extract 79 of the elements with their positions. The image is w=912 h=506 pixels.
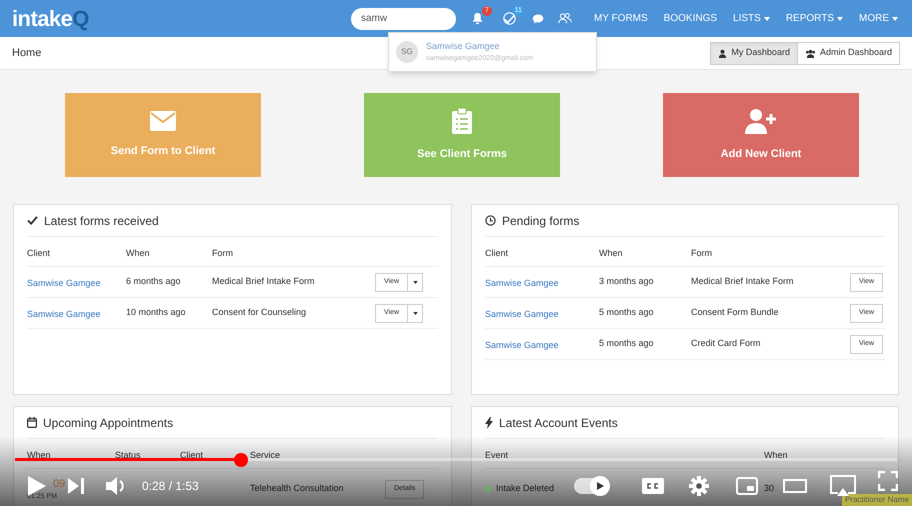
users-icon [804,48,816,58]
user-icon [718,48,728,58]
cast-button[interactable] [830,475,856,497]
next-button[interactable] [68,478,84,494]
column-header: Service [250,450,280,460]
table-cell-text: 5 months ago [598,337,655,350]
chat-icon [532,12,544,24]
check-icon [503,12,516,25]
column-header: Client [180,450,204,460]
users-icon [558,12,572,25]
nav-link[interactable]: BOOKINGS [664,11,718,26]
table-cell-text: 6 months ago [126,275,182,288]
captions-button[interactable] [642,478,664,494]
panel-title: Pending forms [502,212,580,230]
table-cell-text: Consent Form Bundle [690,306,780,320]
fullscreen-button[interactable] [878,471,898,491]
action-tile[interactable]: Add New Client [663,93,859,177]
clock-icon [484,215,496,226]
theater-button[interactable] [783,479,807,493]
dashboard-tab[interactable]: Admin Dashboard [798,42,900,64]
dropdown-button[interactable] [408,272,424,292]
caret-icon [412,312,418,314]
caret-icon [892,16,898,20]
avatar: SG [396,41,418,63]
client-link[interactable]: Samwise Gamgee [27,278,101,288]
play-icon [596,482,604,490]
column-header: Status [115,450,141,460]
table-cell-text: Medical Brief Intake Form [212,275,316,288]
nav-link[interactable]: REPORTS [786,11,843,26]
clipboard-icon [452,108,472,134]
lightning-icon [484,416,493,428]
bell-icon [471,12,484,25]
table-cell-text: 5 months ago [598,306,655,320]
table-cell-text: Medical Brief Intake Form [690,275,795,288]
practitioner-tag: Practitioner Name [842,494,912,506]
client-link[interactable]: Samwise Gamgee [484,309,559,319]
caret-icon [837,16,843,20]
event-name: Intake Deleted [496,482,554,496]
search-field[interactable]: samw [350,8,456,30]
envelope-icon [150,110,176,131]
panel-title: Upcoming Appointments [43,414,174,432]
video-time: 0:28 / 1:53 [142,478,199,495]
column-header: When [598,248,622,258]
breadcrumb: Home [12,46,42,61]
result-name: Samwise Gamgee [426,40,501,53]
table-cell-text: Telehealth Consultation [250,482,345,496]
nav-link[interactable]: MORE [859,11,898,26]
logo: intakeQ [12,5,89,33]
client-link[interactable]: Samwise Gamgee [484,340,559,350]
panel-title: Latest Account Events [498,414,618,432]
nav-link[interactable]: LISTS [733,11,770,26]
table-cell-text: 3 months ago [598,275,655,288]
dashboard-tab[interactable]: My Dashboard [710,42,798,64]
miniplayer-button[interactable] [736,477,758,495]
column-header: Event [484,450,508,460]
column-header: Client [27,248,50,258]
column-header: When [764,450,788,460]
table-cell-text: Credit Card Form [690,337,762,350]
nav-link[interactable]: MY FORMS [594,11,648,26]
dropdown-button[interactable] [408,304,424,322]
caret-icon [412,280,418,284]
settings-button[interactable] [689,476,709,496]
column-header: Form [690,248,712,258]
user-plus-icon [745,108,777,134]
column-header: When [27,450,51,460]
panel-title: Latest forms received [44,212,159,230]
appointment-date: 09 [53,476,66,492]
client-link[interactable]: Samwise Gamgee [27,309,101,319]
table-cell-text: Consent for Counseling [212,306,308,320]
column-header: When [126,248,150,258]
checkmark-icon [27,216,38,225]
caret-icon [764,16,770,20]
table-cell-text: 30 [764,482,774,496]
column-header: Form [212,248,233,258]
column-header: Client [484,248,508,258]
calendar-icon [27,417,37,428]
table-cell-text: 10 months ago [126,306,187,320]
client-link[interactable]: Samwise Gamgee [484,278,559,288]
autoplay-toggle[interactable] [574,478,608,494]
